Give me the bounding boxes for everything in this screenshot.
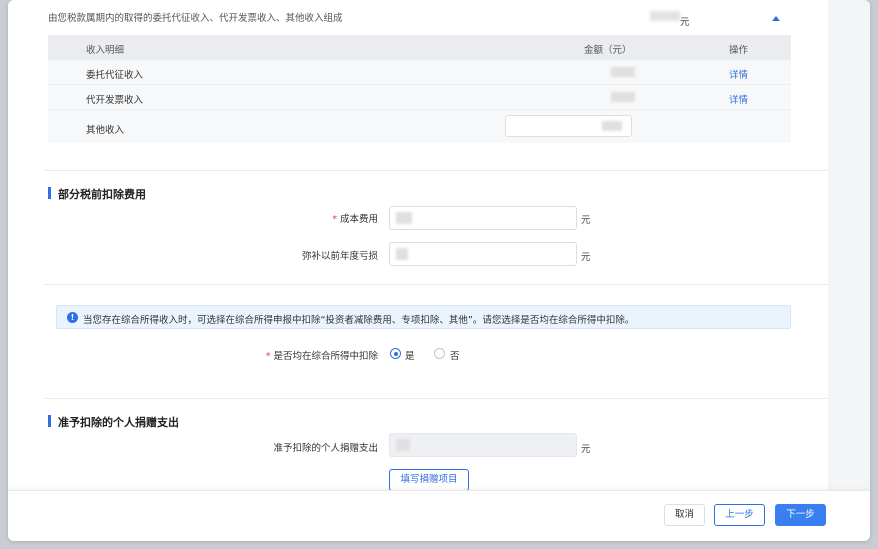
other-income-value [602, 121, 622, 131]
donation-value [396, 439, 410, 451]
cost-unit: 元 [581, 215, 591, 226]
section-title-deductions: 部分税前扣除费用 [48, 186, 146, 202]
comprehensive-label-text: 是否均在综合所得中扣除 [273, 351, 378, 362]
radio-yes[interactable] [390, 348, 401, 359]
row-label: 其他收入 [86, 125, 125, 136]
row-amount-value [611, 67, 635, 77]
row-amount-value [611, 92, 635, 102]
fill-donation-button[interactable]: 填写捐赠项目 [389, 469, 469, 491]
section-title-donation: 准予扣除的个人捐赠支出 [48, 414, 179, 430]
column-header-action: 操作 [729, 45, 749, 56]
column-header-detail: 收入明细 [86, 45, 125, 56]
cost-label: * 成本费用 [258, 211, 378, 225]
income-description: 由您税款属期内的取得的委托代征收入、代开发票收入、其他收入组成 [48, 13, 343, 24]
info-notice: ! 当您存在综合所得收入时，可选择在综合所得申报中扣除“投资者减除费用、专项扣除… [56, 305, 791, 329]
app-window: 由您税款属期内的取得的委托代征收入、代开发票收入、其他收入组成 元 收入明细 金… [8, 0, 870, 541]
prev-step-button[interactable]: 上一步 [714, 504, 765, 526]
loss-input[interactable] [389, 242, 577, 266]
income-detail-table: 收入明细 金额（元） 操作 委托代征收入 详情 代开发票收入 详情 其他收入 [48, 35, 791, 143]
donation-label: 准予扣除的个人捐赠支出 [273, 443, 378, 454]
cancel-button[interactable]: 取消 [664, 504, 705, 526]
table-header: 收入明细 金额（元） 操作 [48, 35, 791, 60]
row-label: 代开发票收入 [86, 95, 144, 106]
donation-unit: 元 [581, 444, 591, 455]
required-mark: * [332, 214, 337, 225]
income-total-value [650, 11, 680, 21]
radio-no-label[interactable]: 否 [450, 348, 460, 362]
cost-label-text: 成本费用 [339, 214, 378, 225]
footer-bar: 取消 上一步 下一步 [8, 490, 870, 541]
loss-label: 弥补以前年度亏损 [301, 251, 378, 262]
section-divider [44, 284, 828, 285]
loss-unit: 元 [581, 252, 591, 263]
section-divider [44, 398, 828, 399]
required-mark: * [265, 351, 271, 362]
cost-value [396, 212, 412, 224]
radio-yes-label[interactable]: 是 [405, 348, 415, 362]
right-gutter [828, 0, 870, 490]
info-icon: ! [67, 312, 78, 323]
table-row: 其他收入 [48, 110, 791, 143]
table-row: 代开发票收入 详情 [48, 85, 791, 110]
loss-value [396, 248, 408, 260]
collapse-up-icon[interactable] [771, 14, 781, 24]
column-header-amount: 金额（元） [584, 45, 632, 56]
detail-link[interactable]: 详情 [729, 92, 748, 106]
other-income-input[interactable] [505, 115, 632, 137]
comprehensive-label: * 是否均在综合所得中扣除 [228, 348, 378, 362]
notice-text: 当您存在综合所得收入时，可选择在综合所得申报中扣除“投资者减除费用、专项扣除、其… [83, 315, 635, 326]
form-content: 由您税款属期内的取得的委托代征收入、代开发票收入、其他收入组成 元 收入明细 金… [8, 0, 828, 491]
detail-link[interactable]: 详情 [729, 67, 748, 81]
row-label: 委托代征收入 [86, 70, 144, 81]
radio-no[interactable] [434, 348, 445, 359]
table-row: 委托代征收入 详情 [48, 60, 791, 85]
cost-input[interactable] [389, 206, 577, 230]
income-total-unit: 元 [680, 17, 690, 28]
next-step-button[interactable]: 下一步 [775, 504, 826, 526]
section-divider [44, 170, 828, 171]
donation-input [389, 433, 577, 457]
